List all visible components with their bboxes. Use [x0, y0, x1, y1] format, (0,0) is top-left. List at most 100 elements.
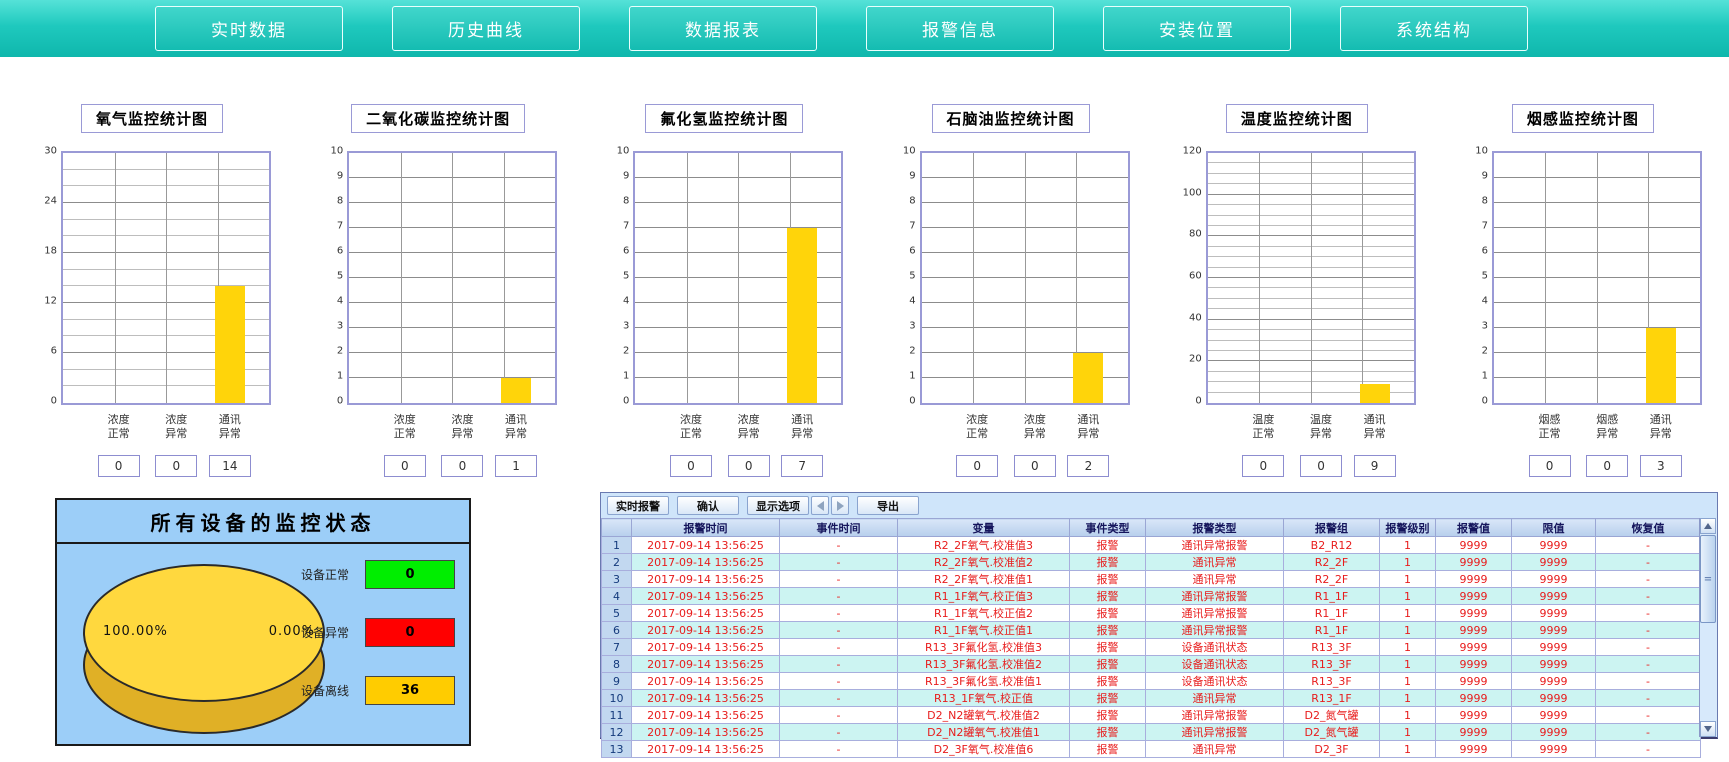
alarm-cell: - [780, 724, 898, 741]
alarm-cell: 通讯异常报警 [1146, 724, 1284, 741]
alarm-cell: 1 [1380, 605, 1436, 622]
category-label: 浓度 正常 [394, 413, 416, 442]
y-tick-label: 7 [909, 221, 915, 232]
alarm-cell: 9999 [1436, 554, 1512, 571]
alarm-row[interactable]: 52017-09-14 13:56:25-R1_1F氧气.校正值2报警通讯异常报… [602, 605, 1701, 622]
category-label: 通讯 异常 [219, 413, 241, 442]
gridline-vertical [1597, 153, 1598, 403]
alarm-row[interactable]: 62017-09-14 13:56:25-R1_1F氧气.校正值1报警通讯异常报… [602, 622, 1701, 639]
y-tick-label: 5 [909, 271, 915, 282]
chart-value-box: 0 [1586, 455, 1628, 477]
y-axis: 012345678910 [1464, 151, 1492, 401]
y-tick-label: 0 [1195, 396, 1201, 407]
y-tick-label: 9 [1482, 171, 1488, 182]
alarm-cell: 设备通讯状态 [1146, 639, 1284, 656]
category-label: 浓度 正常 [108, 413, 130, 442]
gridline-vertical [1259, 153, 1260, 403]
alarm-row[interactable]: 32017-09-14 13:56:25-R2_2F氧气.校准值1报警通讯异常R… [602, 571, 1701, 588]
status-count-box: 0 [365, 560, 455, 589]
prev-arrow[interactable] [811, 496, 829, 515]
row-number-cell: 4 [602, 588, 632, 605]
alarm-cell: R1_1F [1284, 622, 1380, 639]
row-number-cell: 7 [602, 639, 632, 656]
nav-button-3[interactable]: 数据报表 [629, 6, 817, 51]
alarm-row[interactable]: 42017-09-14 13:56:25-R1_1F氧气.校正值3报警通讯异常报… [602, 588, 1701, 605]
alarm-row[interactable]: 92017-09-14 13:56:25-R13_3F氟化氢.校准值1报警设备通… [602, 673, 1701, 690]
alarm-cell: 2017-09-14 13:56:25 [632, 690, 780, 707]
alarm-cell: 9999 [1436, 622, 1512, 639]
alarm-row[interactable]: 82017-09-14 13:56:25-R13_3F氟化氢.校准值2报警设备通… [602, 656, 1701, 673]
scroll-down-icon[interactable] [1700, 721, 1716, 737]
next-arrow[interactable] [831, 496, 849, 515]
alarm-cell: 9999 [1512, 690, 1596, 707]
gridline-vertical [115, 153, 116, 403]
column-header-5: 报警类型 [1146, 519, 1284, 537]
chart-value-box: 0 [98, 455, 140, 477]
alarm-row[interactable]: 112017-09-14 13:56:25-D2_N2罐氧气.校准值2报警通讯异… [602, 707, 1701, 724]
alarm-cell: 报警 [1070, 588, 1146, 605]
category-label: 通讯 异常 [1650, 413, 1672, 442]
y-tick-label: 6 [623, 246, 629, 257]
alarm-table-panel: 实时报警确认显示选项导出 报警时间事件时间变量事件类型报警类型报警组报警级别报警… [600, 492, 1718, 739]
y-tick-label: 2 [1482, 346, 1488, 357]
y-tick-label: 18 [44, 246, 57, 257]
y-tick-label: 0 [51, 396, 57, 407]
vertical-scrollbar[interactable]: = [1699, 518, 1717, 737]
alarm-cell: 通讯异常 [1146, 554, 1284, 571]
toolbar-button-显示选项[interactable]: 显示选项 [747, 496, 809, 515]
y-tick-label: 6 [337, 246, 343, 257]
alarm-toolbar: 实时报警确认显示选项 导出 [601, 493, 1717, 518]
nav-button-2[interactable]: 历史曲线 [392, 6, 580, 51]
alarm-row[interactable]: 122017-09-14 13:56:25-D2_N2罐氧气.校准值1报警通讯异… [602, 724, 1701, 741]
pie-slice-label-left: 100.00% [103, 624, 168, 639]
alarm-cell: 报警 [1070, 622, 1146, 639]
scroll-thumb[interactable]: = [1700, 535, 1716, 623]
toolbar-button-确认[interactable]: 确认 [677, 496, 739, 515]
toolbar-button-导出[interactable]: 导出 [857, 496, 919, 515]
gridline-vertical [504, 153, 505, 403]
alarm-cell: 9999 [1436, 690, 1512, 707]
scroll-up-icon[interactable] [1700, 518, 1716, 534]
alarm-cell: 报警 [1070, 673, 1146, 690]
y-tick-label: 40 [1189, 312, 1202, 323]
column-header-7: 报警级别 [1380, 519, 1436, 537]
nav-button-6[interactable]: 系统结构 [1340, 6, 1528, 51]
alarm-cell: 9999 [1512, 656, 1596, 673]
alarm-cell: - [1596, 571, 1701, 588]
alarm-row[interactable]: 22017-09-14 13:56:25-R2_2F氧气.校准值2报警通讯异常R… [602, 554, 1701, 571]
chart-card-6: 烟感监控统计图012345678910烟感 正常烟感 异常通讯 异常003 [1447, 104, 1719, 477]
y-tick-label: 2 [623, 346, 629, 357]
alarm-cell: D2_N2罐氧气.校准值1 [898, 724, 1070, 741]
alarm-cell: R13_3F氟化氢.校准值2 [898, 656, 1070, 673]
alarm-row[interactable]: 132017-09-14 13:56:25-D2_3F氧气.校准值6报警通讯异常… [602, 741, 1701, 758]
row-number-cell: 6 [602, 622, 632, 639]
alarm-row[interactable]: 12017-09-14 13:56:25-R2_2F氧气.校准值3报警通讯异常报… [602, 537, 1701, 554]
alarm-cell: 设备通讯状态 [1146, 673, 1284, 690]
alarm-cell: 9999 [1512, 622, 1596, 639]
column-header-4: 事件类型 [1070, 519, 1146, 537]
alarm-cell: 通讯异常报警 [1146, 588, 1284, 605]
chart-value-box: 0 [1300, 455, 1342, 477]
alarm-cell: - [1596, 537, 1701, 554]
nav-button-1[interactable]: 实时数据 [155, 6, 343, 51]
y-tick-label: 1 [623, 371, 629, 382]
alarm-row[interactable]: 102017-09-14 13:56:25-R13_1F氧气.校正值报警通讯异常… [602, 690, 1701, 707]
alarm-cell: 9999 [1436, 571, 1512, 588]
nav-button-4[interactable]: 报警信息 [866, 6, 1054, 51]
nav-button-5[interactable]: 安装位置 [1103, 6, 1291, 51]
alarm-row[interactable]: 72017-09-14 13:56:25-R13_3F氟化氢.校准值3报警设备通… [602, 639, 1701, 656]
y-tick-label: 30 [44, 146, 57, 157]
alarm-cell: 9999 [1512, 588, 1596, 605]
y-tick-label: 2 [909, 346, 915, 357]
y-tick-label: 80 [1189, 229, 1202, 240]
y-tick-label: 0 [337, 396, 343, 407]
category-label: 温度 正常 [1252, 413, 1274, 442]
pie-chart: 100.00% 0.00% [83, 564, 325, 736]
toolbar-button-实时报警[interactable]: 实时报警 [607, 496, 669, 515]
y-tick-label: 10 [1475, 146, 1488, 157]
category-label: 浓度 正常 [966, 413, 988, 442]
chart-value-box: 0 [1014, 455, 1056, 477]
y-tick-label: 8 [909, 196, 915, 207]
row-number-header [602, 519, 632, 537]
alarm-cell: R1_1F [1284, 605, 1380, 622]
